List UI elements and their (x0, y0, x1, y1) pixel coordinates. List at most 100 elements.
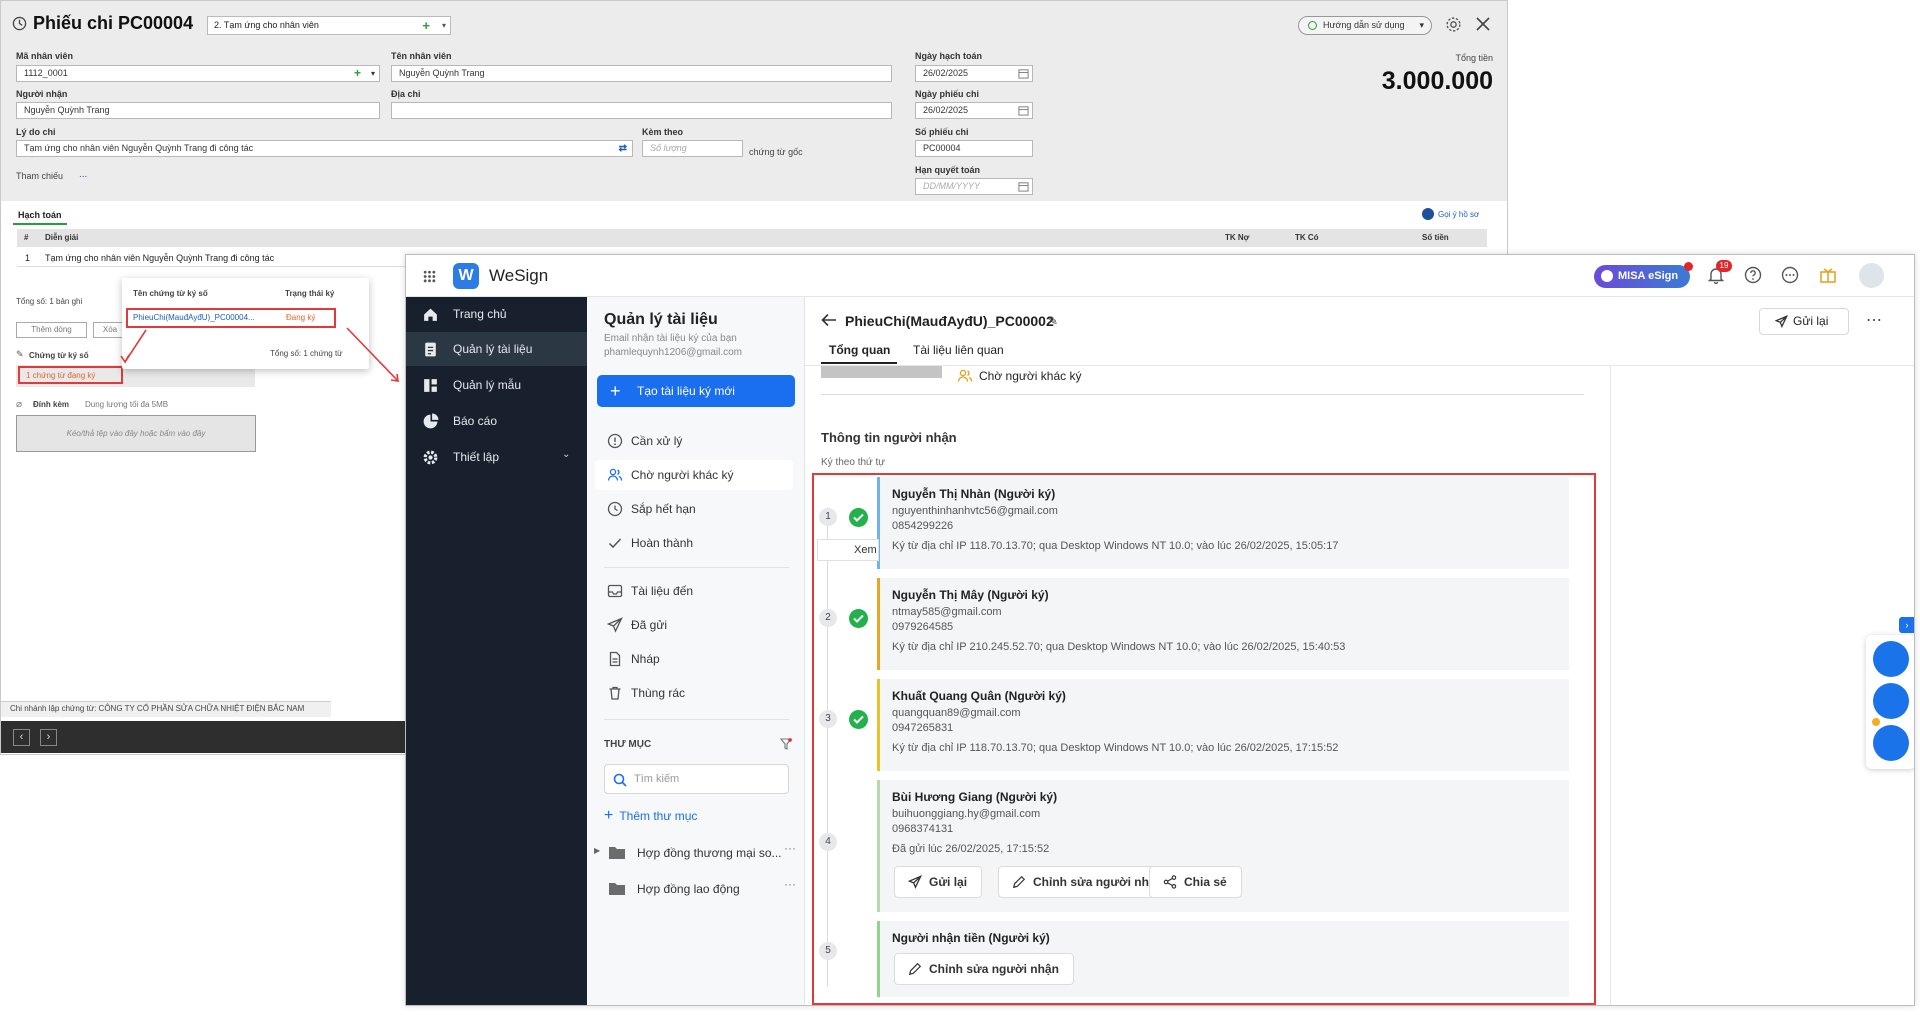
prev-button[interactable]: ‹ (13, 729, 30, 746)
translate-icon[interactable]: ⇄ (619, 141, 627, 156)
attach-count-input[interactable]: Số lượng (642, 140, 743, 157)
signing-badge[interactable]: 1 chứng từ đang ký (26, 371, 95, 380)
chat-bubble-icon[interactable] (1873, 641, 1909, 677)
popup-doc-link[interactable]: PhieuChi(MauđAyđU)_PC00004... (133, 313, 255, 322)
panel-item-label: Chờ người khác ký (631, 468, 734, 482)
sidebar-item-documents[interactable]: Quản lý tài liệu (406, 332, 587, 366)
reason-select-value: 2. Tạm ứng cho nhân viên (214, 20, 319, 30)
gear-icon[interactable] (1445, 16, 1462, 33)
panel-item-completed[interactable]: Hoàn thành (595, 528, 793, 558)
trash-icon (609, 686, 621, 700)
panel-item-label: Nháp (631, 652, 660, 666)
edit-pencil-icon[interactable]: ✎ (1048, 314, 1058, 328)
grid-col-num: # (24, 233, 29, 242)
calendar-icon[interactable] (1018, 181, 1029, 192)
signed-docs-popup: Tên chứng từ ký số Trạng thái ký PhieuCh… (122, 278, 369, 369)
panel-item-waiting-others[interactable]: Chờ người khác ký (595, 460, 793, 490)
popup-col-name: Tên chứng từ ký số (133, 289, 208, 298)
accounting-tab[interactable]: Hạch toán (18, 210, 62, 220)
more-icon[interactable]: ··· (784, 841, 796, 855)
reason-input[interactable]: Tạm ứng cho nhân viên Nguyễn Quỳnh Trang… (16, 140, 633, 157)
more-options-icon[interactable]: ⋯ (1866, 310, 1882, 330)
grid-cell-num: 1 (25, 253, 31, 263)
chevron-down-icon[interactable]: ▾ (442, 17, 446, 34)
chevron-down-icon: ▾ (1419, 20, 1424, 30)
voucher-date-input[interactable]: 26/02/2025 (915, 102, 1033, 119)
reason-select[interactable]: 2. Tạm ứng cho nhân viên + ▾ (207, 16, 451, 35)
calendar-icon[interactable] (1018, 105, 1029, 116)
report-icon (423, 413, 439, 429)
grid-col-desc: Diễn giải (45, 233, 79, 242)
tabs-divider (805, 365, 1914, 366)
dropzone[interactable]: Kéo/thả tệp vào đây hoặc bấm vào đây (16, 415, 256, 452)
more-icon[interactable]: ··· (784, 877, 796, 891)
reference-link[interactable]: ... (79, 169, 87, 180)
add-row-button[interactable]: Thêm dòng (16, 322, 87, 338)
recall-link[interactable]: Gọi ý hồ sơ (1438, 210, 1479, 219)
create-document-button[interactable]: + Tạo tài liệu ký mới (597, 375, 795, 407)
back-arrow-icon[interactable] (821, 313, 837, 327)
send-icon (607, 617, 623, 633)
add-folder-button[interactable]: + Thêm thư mục (604, 807, 697, 825)
folder-search-input[interactable]: Tìm kiếm (604, 764, 789, 794)
apps-grid-icon[interactable] (423, 270, 436, 283)
employee-name-input[interactable]: Nguyễn Quỳnh Trang (391, 65, 892, 82)
sidebar-item-home[interactable]: Trang chủ (406, 297, 587, 331)
resend-header-button[interactable]: Gửi lại (1759, 308, 1849, 335)
sidebar-item-templates[interactable]: Quản lý mẫu (406, 368, 587, 402)
gift-icon[interactable] (1819, 265, 1837, 284)
chat-icon[interactable] (1781, 266, 1799, 284)
wesign-window: W WeSign MISA eSign 19 Trang chủ Quản lý (405, 254, 1915, 1006)
panel-item-label: Thùng rác (631, 686, 686, 700)
misa-esign-badge[interactable]: MISA eSign (1594, 265, 1690, 288)
grid-col-credit: TK Có (1295, 233, 1319, 242)
chevron-down-icon[interactable]: ▾ (371, 66, 375, 81)
folder-header: THƯ MỤC (604, 739, 652, 750)
avatar[interactable] (1859, 263, 1884, 288)
panel-item-expiring[interactable]: Sắp hết hạn (595, 494, 793, 524)
employee-code-input[interactable]: 1112_0001 + ▾ (16, 65, 380, 82)
panel-item-incoming[interactable]: Tài liệu đến (595, 576, 793, 606)
filter-icon[interactable] (780, 738, 792, 750)
panel-item-to-process[interactable]: Cần xử lý (595, 426, 793, 456)
search-icon (613, 773, 627, 787)
announcement-icon[interactable] (1873, 683, 1909, 719)
total-amount: 3.000.000 (1381, 67, 1493, 95)
address-input[interactable] (391, 102, 892, 119)
panel-item-sent[interactable]: Đã gửi (595, 610, 793, 640)
receiver-input[interactable]: Nguyễn Quỳnh Trang (16, 102, 380, 119)
voucher-no-input[interactable]: PC00004 (915, 140, 1033, 157)
calendar-icon[interactable] (1018, 68, 1029, 79)
deadline-input[interactable]: DD/MM/YYYY (915, 178, 1033, 195)
help-icon[interactable] (1744, 266, 1762, 284)
panel-item-draft[interactable]: Nháp (595, 644, 793, 674)
panel-item-trash[interactable]: Thùng rác (595, 678, 793, 708)
employee-name-label: Tên nhân viên (391, 51, 452, 61)
draft-icon (609, 651, 621, 667)
next-button[interactable]: › (40, 729, 57, 746)
folder-label: Hợp đồng lao động (637, 882, 740, 896)
accounting-date-input[interactable]: 26/02/2025 (915, 65, 1033, 82)
folder-item[interactable]: Hợp đồng lao động ··· (587, 874, 805, 904)
address-label: Địa chỉ (391, 89, 421, 99)
tab-related-docs[interactable]: Tài liệu liên quan (913, 343, 1004, 357)
tab-overview[interactable]: Tổng quan (829, 343, 890, 357)
sidebar-item-settings[interactable]: Thiết lập ⌄ (406, 440, 587, 474)
help-button[interactable]: Hướng dẫn sử dụng ▾ (1298, 16, 1432, 35)
alert-circle-icon (607, 433, 623, 449)
document-icon (425, 342, 436, 357)
sidebar-item-reports[interactable]: Báo cáo (406, 404, 587, 438)
signed-docs-label: Chứng từ ký số (29, 351, 89, 360)
recall-icon[interactable] (1422, 208, 1434, 220)
add-icon[interactable]: + (354, 66, 361, 81)
collapse-tab[interactable]: › (1899, 617, 1914, 633)
add-icon[interactable]: + (422, 17, 430, 34)
folder-item[interactable]: ▶ Hợp đồng thương mại so... ··· (587, 838, 805, 868)
home-icon (424, 308, 437, 321)
panel-item-label: Tài liệu đến (631, 584, 694, 598)
accounting-date-label: Ngày hạch toán (915, 51, 983, 61)
esign-logo-icon (1601, 270, 1613, 282)
close-icon[interactable] (1475, 16, 1491, 32)
history-icon[interactable] (12, 16, 27, 31)
community-icon[interactable] (1873, 725, 1909, 761)
